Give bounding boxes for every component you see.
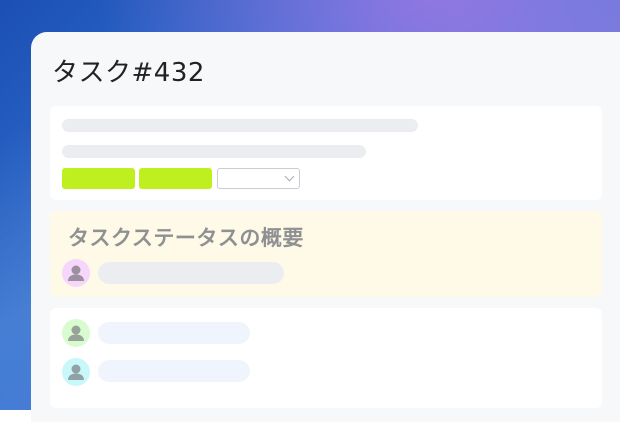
- chevron-down-icon: [284, 171, 295, 182]
- task-details-card: [50, 106, 602, 200]
- page-title: タスク#432: [52, 58, 205, 88]
- placeholder-line: [98, 322, 250, 344]
- tag-button[interactable]: [62, 168, 135, 189]
- activity-card: [50, 308, 602, 408]
- status-dropdown[interactable]: [217, 168, 300, 189]
- task-window: タスク#432 タスクステータスの概要: [31, 32, 620, 422]
- user-icon: [62, 259, 90, 287]
- placeholder-line: [62, 119, 418, 132]
- user-icon: [62, 319, 90, 347]
- placeholder-line: [62, 145, 366, 158]
- user-icon: [62, 358, 90, 386]
- placeholder-line: [98, 360, 250, 382]
- placeholder-line: [98, 262, 284, 284]
- tag-button[interactable]: [139, 168, 212, 189]
- task-status-summary: タスクステータスの概要: [50, 211, 602, 297]
- summary-heading: タスクステータスの概要: [68, 226, 304, 250]
